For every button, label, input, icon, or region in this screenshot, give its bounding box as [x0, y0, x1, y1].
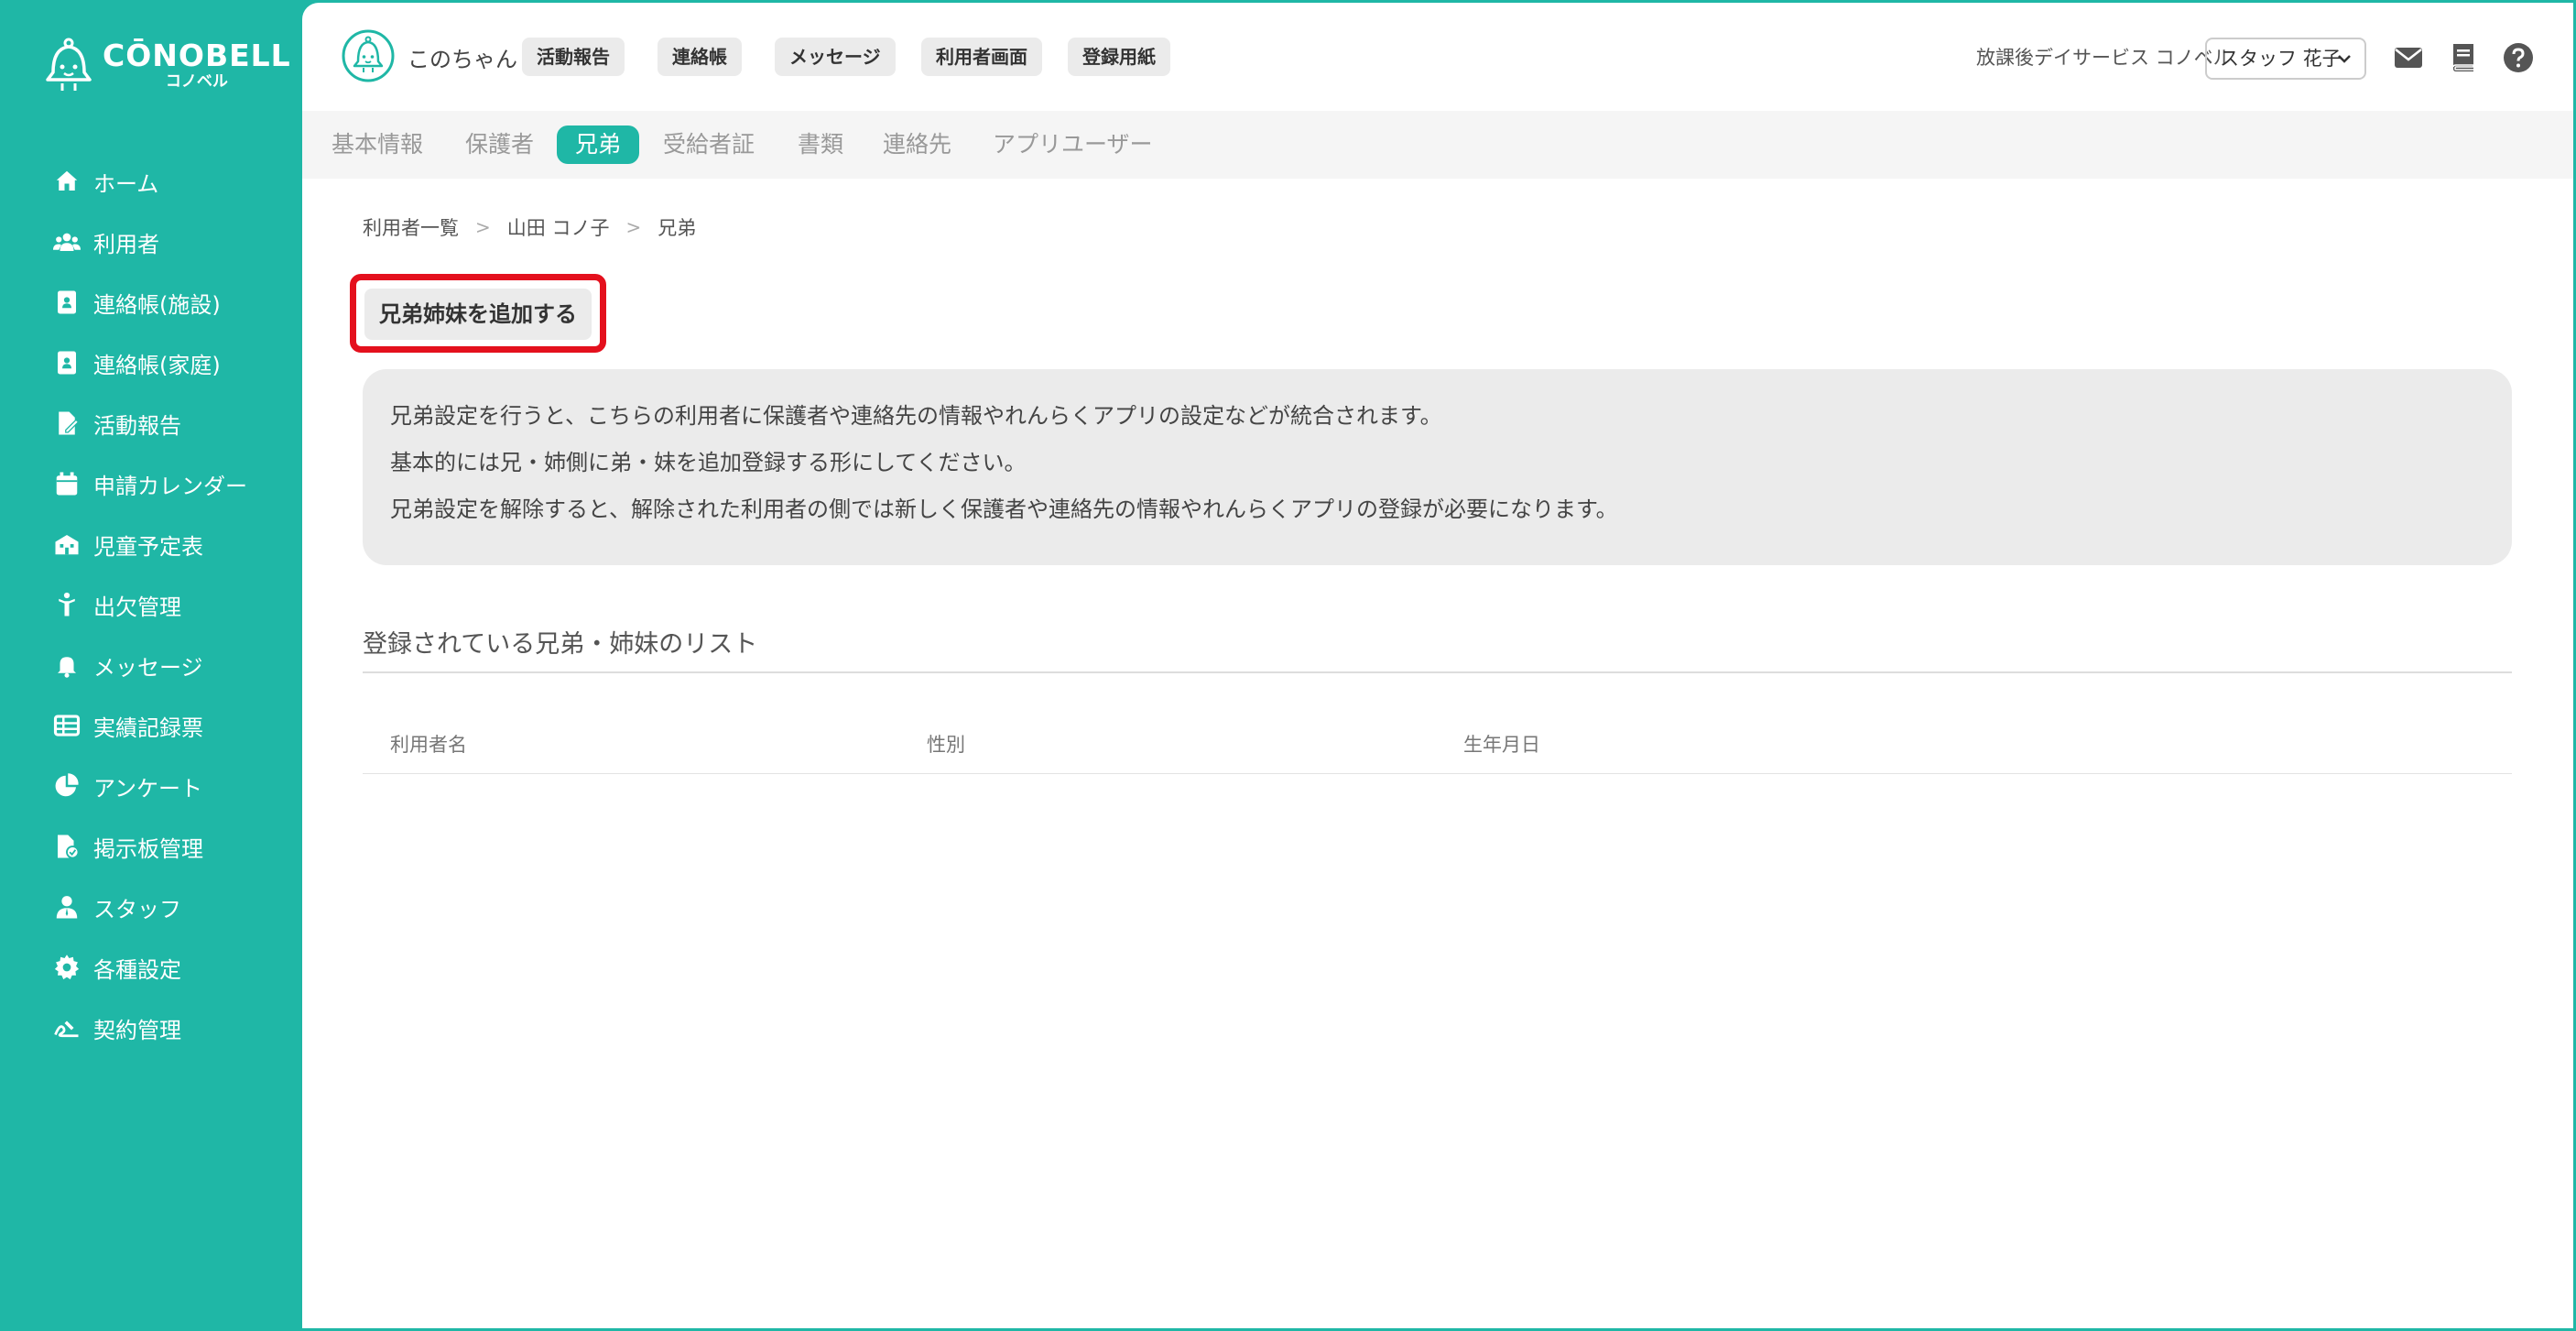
sidebar-item-label: メッセージ — [93, 654, 203, 681]
app-logo[interactable]: CŌNOBELL コノベル — [42, 33, 291, 97]
breadcrumb-separator-icon: > — [475, 216, 491, 238]
sidebar-item-contract[interactable]: 契約管理 — [53, 998, 291, 1058]
sidebar-item-label: アンケート — [93, 775, 203, 802]
pill-registration-form[interactable]: 登録用紙 — [1068, 38, 1170, 76]
sidebar-item-label: スタッフ — [93, 896, 181, 922]
table-icon — [53, 715, 81, 736]
info-line: 兄弟設定を解除すると、解除された利用者の側では新しく保護者や連絡先の情報やれんら… — [390, 496, 1618, 522]
sidebar-item-label: 利用者 — [93, 231, 159, 257]
tab-basic-info[interactable]: 基本情報 — [332, 125, 423, 164]
sidebar-item-label: 契約管理 — [93, 1017, 181, 1043]
sidebar-item-board[interactable]: 掲示板管理 — [53, 816, 291, 877]
sidebar-item-survey[interactable]: アンケート — [53, 756, 291, 816]
pill-user-screen[interactable]: 利用者画面 — [921, 38, 1042, 76]
sidebar-item-label: 申請カレンダー — [93, 473, 247, 499]
help-icon[interactable] — [2502, 41, 2535, 74]
sidebar-item-contact-home[interactable]: 連絡帳(家庭) — [53, 333, 291, 393]
breadcrumb-separator-icon: > — [625, 216, 642, 238]
pill-contact-book[interactable]: 連絡帳 — [658, 38, 742, 76]
column-header-gender: 性別 — [927, 734, 965, 756]
sidebar-item-users[interactable]: 利用者 — [53, 212, 291, 272]
bell-icon — [58, 657, 76, 678]
sidebar-item-label: 児童予定表 — [93, 533, 203, 560]
chevron-down-icon — [2338, 55, 2351, 63]
book-icon[interactable] — [2447, 41, 2480, 74]
current-user-name: このちゃん — [408, 47, 517, 72]
attendance-icon — [59, 592, 75, 616]
sidebar-item-home[interactable]: ホーム — [53, 151, 291, 212]
pie-chart-icon — [55, 773, 79, 797]
calendar-icon — [56, 472, 78, 496]
tab-guardian[interactable]: 保護者 — [465, 125, 534, 164]
sidebar-item-label: ホーム — [93, 170, 159, 197]
pill-activity-report[interactable]: 活動報告 — [522, 38, 625, 76]
gear-icon — [54, 955, 80, 980]
board-icon — [58, 835, 80, 859]
tab-siblings[interactable]: 兄弟 — [557, 125, 640, 164]
bell-logo-icon — [46, 38, 92, 91]
report-icon — [59, 411, 80, 435]
column-header-birthdate: 生年月日 — [1463, 734, 1540, 756]
home-icon — [56, 170, 78, 191]
sidebar-item-message[interactable]: メッセージ — [53, 635, 291, 695]
breadcrumb-item-user[interactable]: 山田 コノ子 — [507, 213, 610, 241]
sidebar-item-label: 出欠管理 — [93, 594, 181, 620]
schedule-icon — [55, 535, 79, 555]
staff-icon — [56, 896, 78, 919]
sidebar-item-attendance[interactable]: 出欠管理 — [53, 574, 291, 635]
tab-documents[interactable]: 書類 — [798, 125, 843, 164]
sidebar-nav: ホーム 利用者 連絡帳(施設) 連絡帳(家庭) 活動報告 申請カレンダー 児童予… — [53, 151, 291, 1058]
user-detail-tabs: 基本情報 保護者 兄弟 受給者証 書類 連絡先 アプリユーザー — [302, 111, 2573, 179]
add-sibling-button[interactable]: 兄弟姉妹を追加する — [364, 289, 592, 340]
contact-book-icon — [58, 351, 76, 375]
breadcrumb-item-current: 兄弟 — [658, 217, 697, 239]
breadcrumb: 利用者一覧 > 山田 コノ子 > 兄弟 — [363, 213, 696, 241]
breadcrumb-item-user-list[interactable]: 利用者一覧 — [363, 213, 459, 241]
sidebar-item-records[interactable]: 実績記録票 — [53, 695, 291, 756]
sidebar-item-label: 掲示板管理 — [93, 835, 203, 862]
tab-recipient-cert[interactable]: 受給者証 — [663, 125, 755, 164]
sidebar-item-activity-report[interactable]: 活動報告 — [53, 393, 291, 453]
staff-select-value: スタッフ 花子 — [2220, 48, 2342, 70]
main-panel: このちゃん 活動報告 連絡帳 メッセージ 利用者画面 登録用紙 放課後デイサービ… — [302, 3, 2573, 1328]
sidebar-item-label: 連絡帳(家庭) — [93, 352, 221, 378]
info-line: 兄弟設定を行うと、こちらの利用者に保護者や連絡先の情報やれんらくアプリの設定など… — [390, 403, 1442, 429]
mail-icon[interactable] — [2392, 41, 2425, 74]
logo-subtext: コノベル — [165, 72, 228, 91]
sidebar-item-label: 活動報告 — [93, 412, 181, 439]
logo-text: CŌNOBELL — [103, 38, 291, 73]
users-icon — [53, 233, 81, 251]
staff-select[interactable]: スタッフ 花子 — [2205, 38, 2366, 80]
contact-book-icon — [58, 290, 76, 314]
table-header-divider — [363, 773, 2512, 774]
top-bar: このちゃん 活動報告 連絡帳 メッセージ 利用者画面 登録用紙 放課後デイサービ… — [302, 3, 2573, 111]
sidebar-item-settings[interactable]: 各種設定 — [53, 937, 291, 998]
sibling-list-title: 登録されている兄弟・姉妹のリスト — [363, 630, 758, 659]
sidebar-item-contact-facility[interactable]: 連絡帳(施設) — [53, 272, 291, 333]
sidebar-item-label: 実績記録票 — [93, 715, 203, 741]
sidebar: CŌNOBELL コノベル ホーム 利用者 連絡帳(施設) 連絡帳(家庭) 活動… — [0, 0, 302, 1331]
tab-contacts[interactable]: 連絡先 — [883, 125, 951, 164]
sidebar-item-label: 連絡帳(施設) — [93, 291, 221, 318]
tab-app-users[interactable]: アプリユーザー — [993, 125, 1153, 164]
column-header-user-name: 利用者名 — [390, 734, 467, 756]
sidebar-item-staff[interactable]: スタッフ — [53, 877, 291, 937]
pill-message[interactable]: メッセージ — [775, 38, 896, 76]
contract-icon — [54, 1020, 79, 1038]
user-avatar-icon[interactable] — [341, 28, 396, 83]
sidebar-item-schedule[interactable]: 児童予定表 — [53, 514, 291, 574]
section-divider — [363, 671, 2512, 673]
sidebar-item-calendar[interactable]: 申請カレンダー — [53, 453, 291, 514]
sidebar-item-label: 各種設定 — [93, 956, 181, 983]
info-box: 兄弟設定を行うと、こちらの利用者に保護者や連絡先の情報やれんらくアプリの設定など… — [363, 369, 2512, 565]
info-line: 基本的には兄・姉側に弟・妹を追加登録する形にしてください。 — [390, 450, 1027, 475]
facility-name: 放課後デイサービス コノベル — [1976, 47, 2233, 69]
